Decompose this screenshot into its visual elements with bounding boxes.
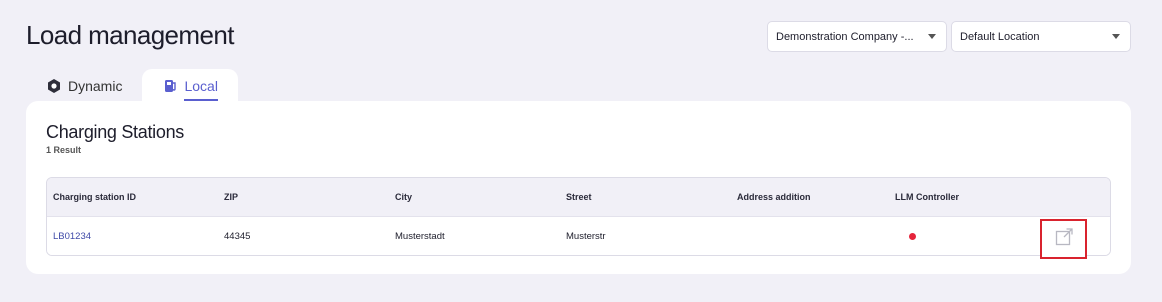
tab-bar: Dynamic Local <box>26 69 238 103</box>
station-id-link[interactable]: LB01234 <box>47 231 218 242</box>
table-header: Charging station ID ZIP City Street Addr… <box>47 178 1110 217</box>
company-select-value: Demonstration Company -... <box>776 30 914 43</box>
page-title: Load management <box>26 20 234 50</box>
result-count: 1 Result <box>46 145 82 155</box>
charging-station-icon <box>162 78 178 94</box>
column-header[interactable]: LLM Controller <box>889 192 1059 202</box>
column-header[interactable]: Street <box>560 192 731 202</box>
column-header[interactable]: Address addition <box>731 192 889 202</box>
external-link-icon <box>1054 227 1074 252</box>
charging-stations-card: Charging Stations 1 Result Charging stat… <box>26 101 1131 274</box>
location-select[interactable]: Default Location <box>951 21 1131 52</box>
company-select[interactable]: Demonstration Company -... <box>767 21 947 52</box>
chevron-down-icon <box>1112 34 1120 39</box>
column-header[interactable]: Charging station ID <box>47 192 218 202</box>
street-cell: Musterstr <box>566 231 606 242</box>
table-row[interactable]: LB01234 44345 Musterstadt Musterstr <box>47 217 1110 255</box>
charging-stations-table: Charging station ID ZIP City Street Addr… <box>46 177 1111 256</box>
llm-controller-cell <box>889 233 1059 240</box>
gear-hex-icon <box>46 78 62 94</box>
column-header[interactable]: City <box>389 192 560 202</box>
chevron-down-icon <box>928 34 936 39</box>
zip-cell: 44345 <box>224 231 251 242</box>
section-title: Charging Stations <box>46 122 184 142</box>
status-dot <box>909 233 916 240</box>
open-external-button[interactable] <box>1040 219 1087 259</box>
tab-label: Local <box>184 78 218 101</box>
location-select-value: Default Location <box>960 30 1040 43</box>
column-header[interactable]: ZIP <box>218 192 389 202</box>
tab-local[interactable]: Local <box>142 69 238 103</box>
tab-label: Dynamic <box>68 78 123 94</box>
city-cell: Musterstadt <box>395 231 445 242</box>
tab-dynamic[interactable]: Dynamic <box>26 69 142 103</box>
